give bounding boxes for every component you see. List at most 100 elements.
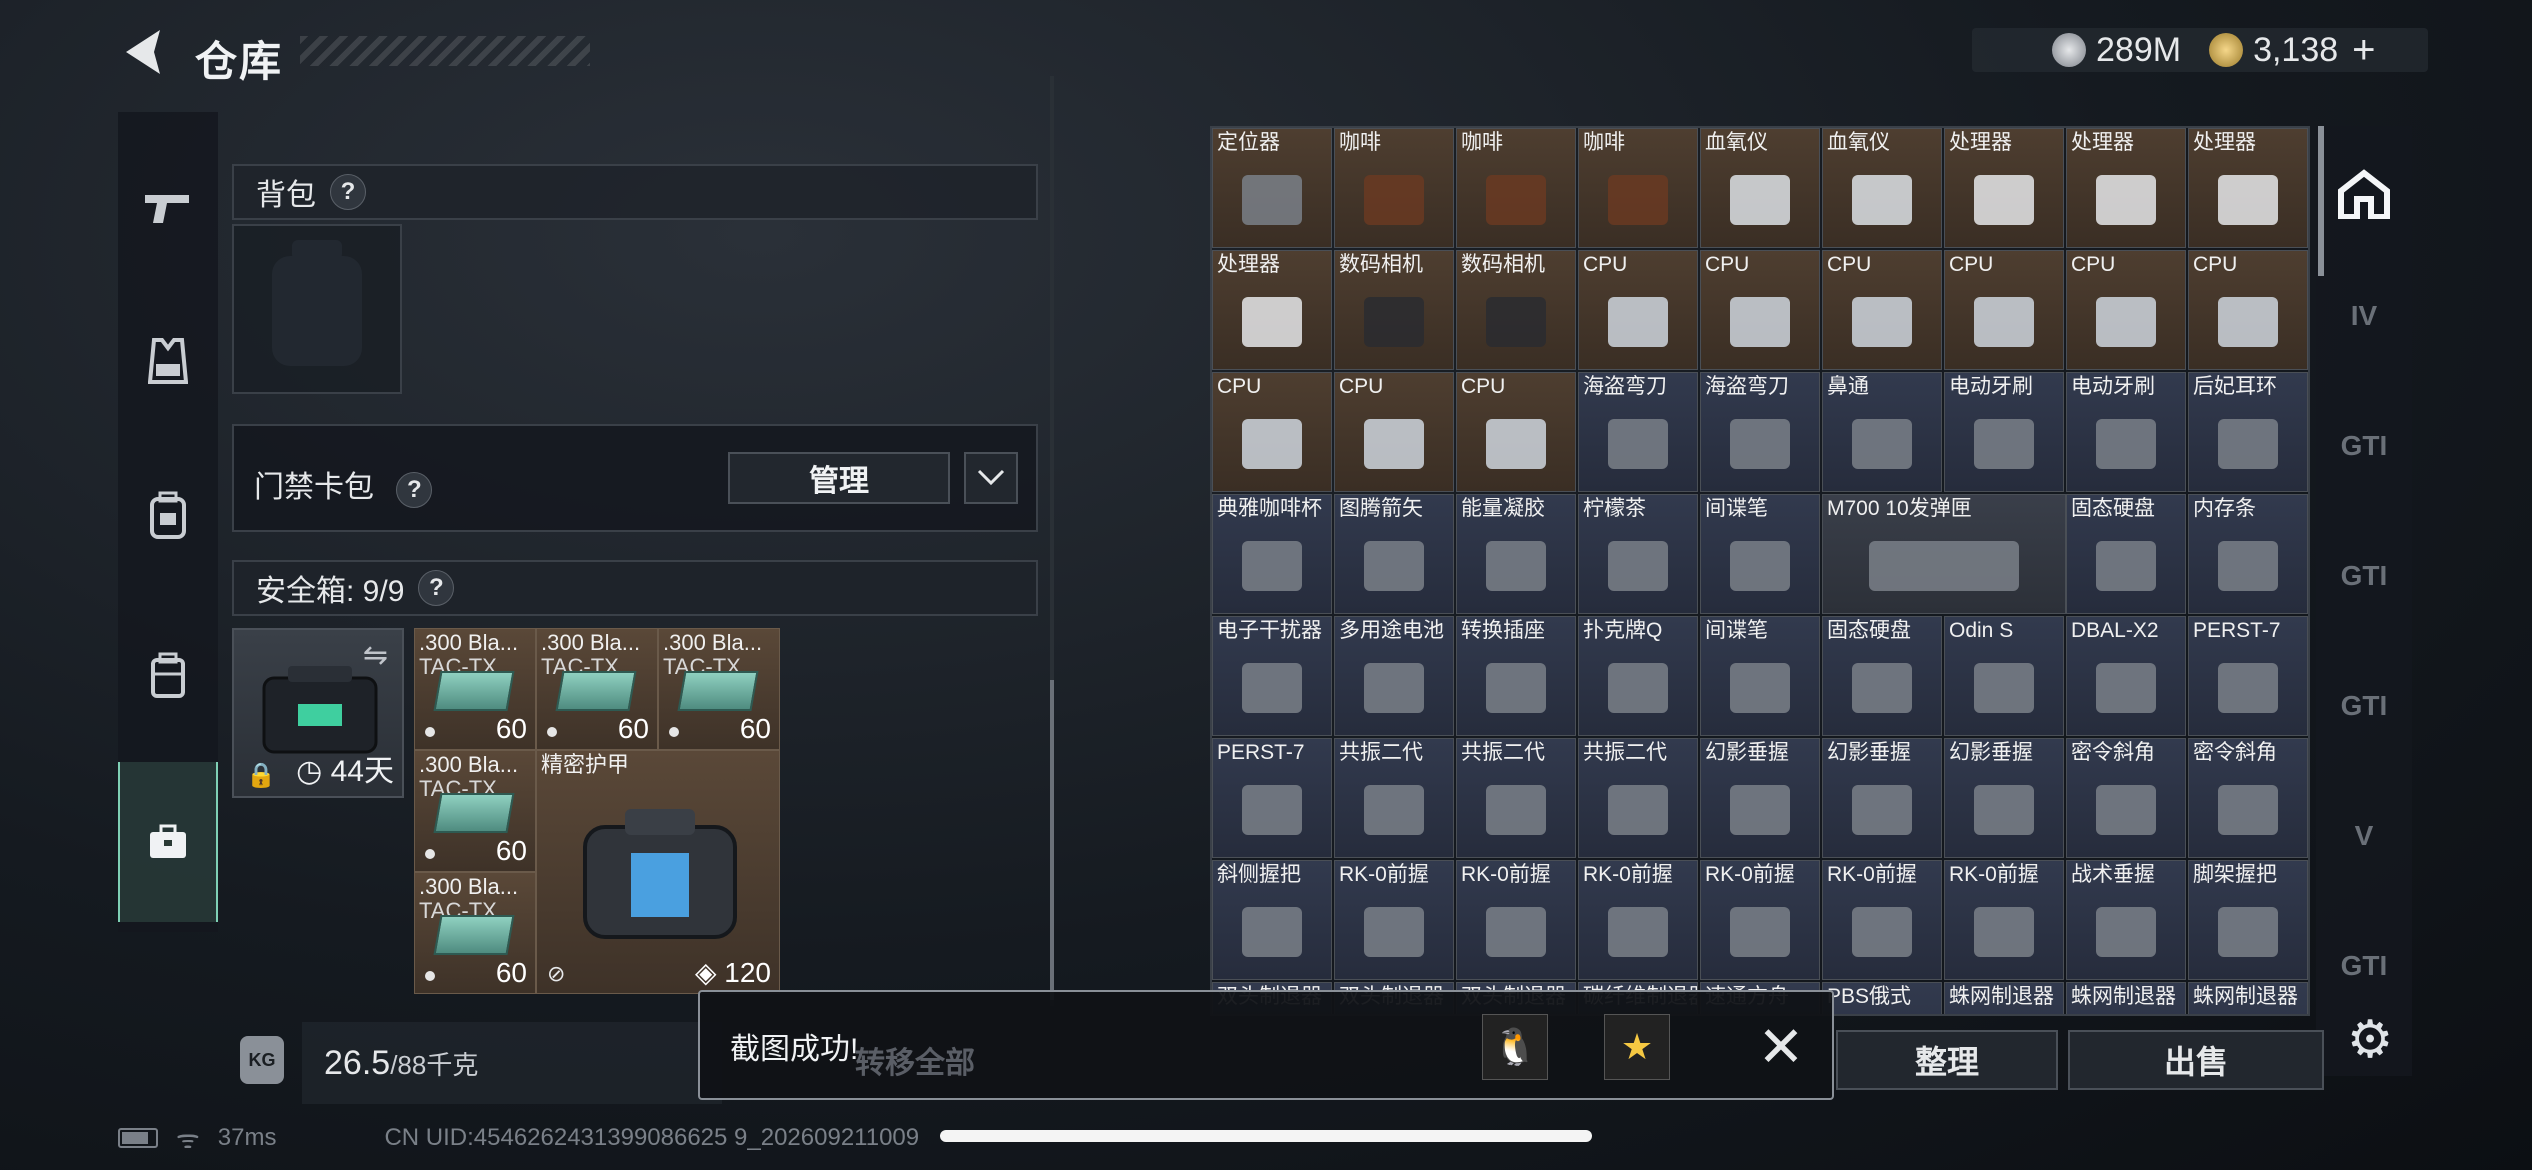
inventory-item[interactable]: PERST-7 <box>1212 738 1332 858</box>
inventory-item[interactable]: 蛛网制退器 <box>2188 982 2308 1014</box>
inventory-item[interactable]: 数码相机 <box>1334 250 1454 370</box>
organize-button[interactable]: 整理 <box>1836 1030 2058 1090</box>
inventory-item[interactable]: 间谍笔 <box>1700 494 1820 614</box>
settings-gear-icon[interactable]: ⚙ <box>2340 1010 2400 1070</box>
nav-vest[interactable] <box>118 316 218 406</box>
rnav-gti-2[interactable]: GTI <box>2316 528 2412 624</box>
nav-weapon[interactable] <box>118 162 218 252</box>
inventory-item[interactable]: CPU <box>1456 372 1576 492</box>
rnav-gti-3[interactable]: GTI <box>2316 658 2412 754</box>
keycard-help-button[interactable]: ? <box>396 472 433 508</box>
backpack-help-button[interactable]: ? <box>330 174 366 210</box>
sell-button[interactable]: 出售 <box>2068 1030 2324 1090</box>
keycard-dropdown-button[interactable] <box>964 452 1018 504</box>
rnav-iv[interactable]: IV <box>2316 268 2412 364</box>
inventory-item[interactable]: 固态硬盘 <box>1822 616 1942 736</box>
inventory-item[interactable]: 共振二代 <box>1334 738 1454 858</box>
inventory-item[interactable]: 电子干扰器 <box>1212 616 1332 736</box>
inventory-item[interactable]: CPU <box>1944 250 2064 370</box>
inventory-item[interactable]: 蛛网制退器 <box>1944 982 2064 1014</box>
inventory-item[interactable]: CPU <box>1334 372 1454 492</box>
inventory-item[interactable]: 鼻通 <box>1822 372 1942 492</box>
inventory-item[interactable]: 多用途电池 <box>1334 616 1454 736</box>
inventory-item[interactable]: RK-0前握 <box>1700 860 1820 980</box>
inventory-item[interactable]: 幻影垂握 <box>1700 738 1820 858</box>
rnav-v[interactable]: V <box>2316 788 2412 884</box>
add-currency-button[interactable]: + <box>2352 28 2375 73</box>
inventory-item[interactable]: 电动牙刷 <box>1944 372 2064 492</box>
inventory-item[interactable]: 内存条 <box>2188 494 2308 614</box>
left-scrollbar-thumb[interactable] <box>1050 680 1054 1000</box>
inventory-item[interactable]: CPU <box>1578 250 1698 370</box>
ammo-item[interactable]: .300 Bla... TAC-TX 60 <box>414 628 536 750</box>
inventory-item[interactable]: RK-0前握 <box>1456 860 1576 980</box>
inventory-item[interactable]: 斜侧握把 <box>1212 860 1332 980</box>
rnav-gti-4[interactable]: GTI <box>2316 918 2412 1014</box>
inventory-item[interactable]: 咖啡 <box>1456 128 1576 248</box>
inventory-item[interactable]: RK-0前握 <box>1822 860 1942 980</box>
manage-button[interactable]: 管理 <box>728 452 950 504</box>
inventory-item[interactable]: 幻影垂握 <box>1944 738 2064 858</box>
inventory-item[interactable]: 数码相机 <box>1456 250 1576 370</box>
inventory-item[interactable]: RK-0前握 <box>1944 860 2064 980</box>
inventory-item[interactable]: 血氧仪 <box>1822 128 1942 248</box>
safebox-slot[interactable]: ⇋ 🔒 ◷ 44天 <box>232 628 404 798</box>
inventory-item[interactable]: 定位器 <box>1212 128 1332 248</box>
inventory-item[interactable]: 转换插座 <box>1456 616 1576 736</box>
ammo-item[interactable]: .300 Bla... TAC-TX 60 <box>658 628 780 750</box>
inventory-item[interactable]: 咖啡 <box>1578 128 1698 248</box>
ammo-item[interactable]: .300 Bla... TAC-TX 60 <box>414 872 536 994</box>
rnav-gti-1[interactable]: GTI <box>2316 398 2412 494</box>
swap-icon[interactable]: ⇋ <box>363 638 388 673</box>
share-qzone-icon[interactable]: ★ <box>1604 1014 1670 1080</box>
inventory-item[interactable]: 咖啡 <box>1334 128 1454 248</box>
nav-case[interactable] <box>118 630 218 720</box>
inventory-item[interactable]: RK-0前握 <box>1334 860 1454 980</box>
inventory-item[interactable]: CPU <box>2066 250 2186 370</box>
inventory-item[interactable]: 柠檬茶 <box>1578 494 1698 614</box>
toast-close-button[interactable]: ✕ <box>1748 1014 1814 1080</box>
rnav-home[interactable] <box>2316 146 2412 242</box>
inventory-item[interactable]: 能量凝胶 <box>1456 494 1576 614</box>
inventory-item[interactable]: 脚架握把 <box>2188 860 2308 980</box>
inventory-item[interactable]: RK-0前握 <box>1578 860 1698 980</box>
inventory-item[interactable]: CPU <box>1700 250 1820 370</box>
inventory-item[interactable]: 固态硬盘 <box>2066 494 2186 614</box>
nav-storage[interactable] <box>118 762 218 922</box>
armor-item[interactable]: 精密护甲 ⊘ ◈ 120 <box>536 750 780 994</box>
inventory-item[interactable]: 血氧仪 <box>1700 128 1820 248</box>
inventory-item[interactable]: 扑克牌Q <box>1578 616 1698 736</box>
share-qq-icon[interactable]: 🐧 <box>1482 1014 1548 1080</box>
inventory-item[interactable]: 战术垂握 <box>2066 860 2186 980</box>
inventory-item[interactable]: 处理器 <box>1212 250 1332 370</box>
inventory-item[interactable]: CPU <box>1212 372 1332 492</box>
inventory-item[interactable]: 共振二代 <box>1578 738 1698 858</box>
inventory-item[interactable]: 后妃耳环 <box>2188 372 2308 492</box>
inventory-item[interactable]: CPU <box>2188 250 2308 370</box>
inventory-item[interactable]: 处理器 <box>2066 128 2186 248</box>
backpack-slot[interactable] <box>232 224 402 394</box>
inventory-item[interactable]: DBAL-X2 <box>2066 616 2186 736</box>
inventory-item[interactable]: 海盗弯刀 <box>1578 372 1698 492</box>
inventory-item[interactable]: 处理器 <box>2188 128 2308 248</box>
back-button[interactable] <box>118 26 170 78</box>
inventory-item[interactable]: 图腾箭矢 <box>1334 494 1454 614</box>
inventory-item[interactable]: 蛛网制退器 <box>2066 982 2186 1014</box>
inventory-item[interactable]: 幻影垂握 <box>1822 738 1942 858</box>
inventory-item[interactable]: 间谍笔 <box>1700 616 1820 736</box>
inventory-item[interactable]: 密令斜角 <box>2066 738 2186 858</box>
ammo-item[interactable]: .300 Bla... TAC-TX 60 <box>536 628 658 750</box>
inventory-item[interactable]: 海盗弯刀 <box>1700 372 1820 492</box>
ammo-item[interactable]: .300 Bla... TAC-TX 60 <box>414 750 536 872</box>
inventory-item[interactable]: 典雅咖啡杯 <box>1212 494 1332 614</box>
inventory-item[interactable]: Odin S <box>1944 616 2064 736</box>
inventory-item[interactable]: 共振二代 <box>1456 738 1576 858</box>
inventory-item[interactable]: PERST-7 <box>2188 616 2308 736</box>
inventory-item[interactable]: CPU <box>1822 250 1942 370</box>
inventory-item[interactable]: 电动牙刷 <box>2066 372 2186 492</box>
safebox-help-button[interactable]: ? <box>418 570 455 606</box>
inventory-item[interactable]: 密令斜角 <box>2188 738 2308 858</box>
inventory-item[interactable]: 处理器 <box>1944 128 2064 248</box>
home-indicator[interactable] <box>940 1130 1592 1142</box>
nav-backpack[interactable] <box>118 470 218 560</box>
